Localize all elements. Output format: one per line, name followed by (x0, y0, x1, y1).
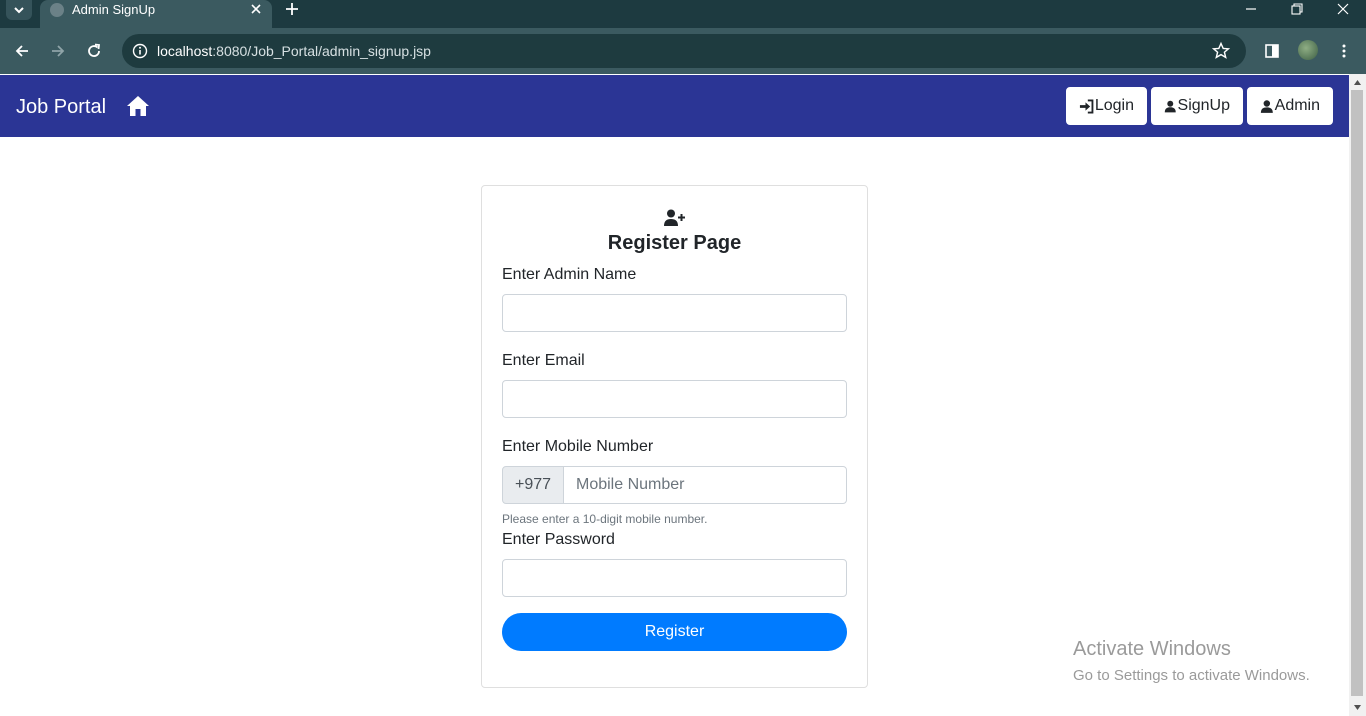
mobile-help-text: Please enter a 10-digit mobile number. (502, 512, 708, 526)
signup-label: SignUp (1177, 97, 1230, 114)
url-host: localhost (157, 43, 213, 59)
scroll-down-arrow-icon[interactable] (1353, 703, 1362, 712)
mobile-label: Enter Mobile Number (502, 438, 654, 455)
mobile-input[interactable] (563, 466, 847, 504)
minimize-icon (1246, 8, 1256, 10)
scroll-up-arrow-icon[interactable] (1353, 78, 1362, 87)
reload-icon (88, 43, 101, 57)
email-label: Enter Email (502, 352, 585, 369)
activate-windows-watermark: Activate Windows Go to Settings to activ… (1073, 638, 1310, 684)
signup-button[interactable]: SignUp (1151, 87, 1243, 125)
url-text[interactable]: localhost:8080/Job_Portal/admin_signup.j… (157, 43, 431, 59)
browser-tab[interactable]: Admin SignUp (40, 0, 272, 28)
tab-title: Admin SignUp (72, 2, 156, 17)
restore-icon (1291, 3, 1303, 15)
restore-button[interactable] (1274, 0, 1320, 18)
country-code-prefix: +977 (502, 466, 564, 504)
globe-icon (50, 3, 64, 17)
new-tab-plus-icon[interactable] (283, 0, 301, 18)
forward-button[interactable] (46, 39, 70, 63)
profile-avatar[interactable] (1298, 40, 1318, 60)
arrow-left-icon (15, 45, 28, 57)
login-button[interactable]: Login (1066, 87, 1147, 125)
admin-name-input[interactable] (502, 294, 847, 332)
reload-button[interactable] (82, 39, 106, 63)
scrollbar-thumb[interactable] (1351, 90, 1363, 696)
address-bar[interactable]: localhost:8080/Job_Portal/admin_signup.j… (122, 34, 1246, 68)
register-button[interactable]: Register (502, 613, 847, 651)
page-title: Register Page (607, 232, 742, 254)
admin-label: Admin (1274, 97, 1320, 114)
password-input[interactable] (502, 559, 847, 597)
register-card: Register Page Enter Admin Name Enter Ema… (481, 185, 868, 688)
chevron-down-icon (14, 7, 24, 14)
bookmark-star-icon[interactable] (1211, 41, 1231, 61)
user-plus-icon (664, 209, 685, 226)
tab-search-button[interactable] (6, 0, 32, 20)
back-button[interactable] (10, 39, 34, 63)
arrow-right-icon (52, 45, 65, 57)
minimize-button[interactable] (1228, 0, 1274, 18)
side-panel-icon[interactable] (1261, 40, 1283, 62)
site-navbar: Job Portal Login SignUp Admin (0, 75, 1349, 137)
user-icon (1164, 100, 1176, 112)
close-icon (1337, 3, 1349, 15)
brand-link[interactable]: Job Portal (16, 96, 106, 119)
watermark-subtitle: Go to Settings to activate Windows. (1073, 667, 1310, 684)
page-viewport: Job Portal Login SignUp Admin Register P… (0, 74, 1349, 716)
kebab-menu-icon[interactable] (1333, 40, 1355, 62)
watermark-title: Activate Windows (1073, 638, 1231, 660)
url-path: :8080/Job_Portal/admin_signup.jsp (212, 43, 431, 59)
password-label: Enter Password (502, 531, 615, 548)
email-input[interactable] (502, 380, 847, 418)
browser-toolbar: localhost:8080/Job_Portal/admin_signup.j… (0, 28, 1366, 74)
close-window-button[interactable] (1320, 0, 1366, 18)
home-icon[interactable] (126, 95, 150, 117)
login-label: Login (1094, 97, 1134, 114)
close-icon[interactable] (248, 1, 264, 17)
site-info-icon[interactable] (128, 39, 152, 63)
page-scrollbar[interactable] (1349, 74, 1366, 716)
sign-in-icon (1079, 99, 1094, 113)
user-icon (1260, 99, 1273, 113)
admin-name-label: Enter Admin Name (502, 266, 637, 283)
browser-tab-strip: Admin SignUp (0, 0, 1366, 28)
admin-button[interactable]: Admin (1247, 87, 1333, 125)
